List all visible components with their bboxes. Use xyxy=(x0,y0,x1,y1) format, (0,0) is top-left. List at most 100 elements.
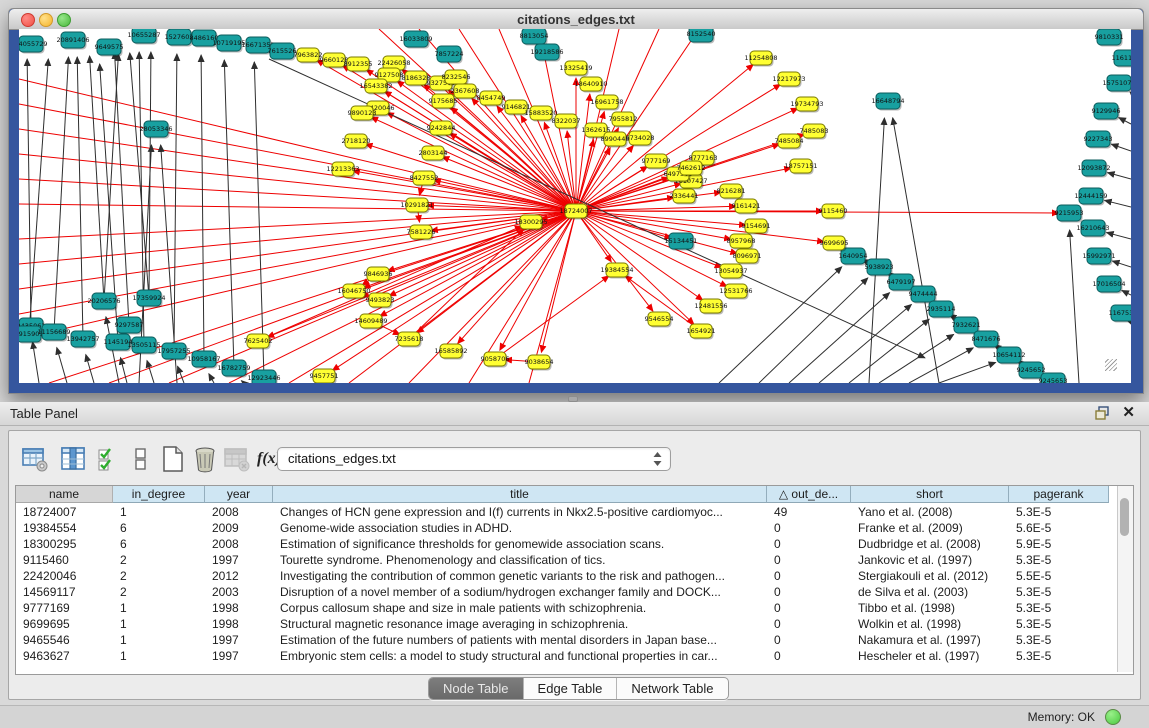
cell-title[interactable]: Estimation of significance thresholds fo… xyxy=(273,536,767,552)
graph-node-yellow[interactable]: 2336441 xyxy=(670,189,699,205)
table-row[interactable]: 2242004622012Investigating the contribut… xyxy=(16,568,1109,584)
column-header-title[interactable]: title xyxy=(273,486,767,503)
graph-node-teal[interactable]: 17957255 xyxy=(157,343,190,361)
citation-edge[interactable] xyxy=(1111,144,1131,151)
memory-status-icon[interactable] xyxy=(1105,709,1121,725)
cell-out_de[interactable]: 0 xyxy=(767,584,851,600)
citation-edge-red[interactable] xyxy=(495,276,609,359)
cell-pagerank[interactable]: 5.9E-5 xyxy=(1009,536,1109,552)
cell-in_degree[interactable]: 6 xyxy=(113,536,205,552)
graph-node-yellow[interactable]: 7581226 xyxy=(407,225,436,241)
cell-out_de[interactable]: 0 xyxy=(767,520,851,536)
graph-node-teal[interactable]: 17359924 xyxy=(132,290,165,308)
graph-node-teal[interactable]: 9245653 xyxy=(1039,373,1068,383)
graph-node-yellow[interactable]: 7462612 xyxy=(677,161,706,177)
cell-name[interactable]: 22420046 xyxy=(16,568,113,584)
cell-in_degree[interactable]: 1 xyxy=(113,632,205,648)
graph-node-teal[interactable]: 15134451 xyxy=(664,233,697,251)
row-height-button[interactable] xyxy=(127,445,155,473)
graph-node-teal[interactable]: 13942757 xyxy=(66,331,99,349)
column-header-name[interactable]: name xyxy=(16,486,113,503)
graph-node-yellow[interactable]: 7963822 xyxy=(294,48,323,64)
citation-edge[interactable] xyxy=(1105,200,1131,207)
graph-node-yellow[interactable]: 9493823 xyxy=(366,293,395,309)
cell-title[interactable]: Corpus callosum shape and size in male p… xyxy=(273,600,767,616)
graph-node-yellow[interactable]: 8216281 xyxy=(717,184,746,200)
graph-node-yellow[interactable]: 11254808 xyxy=(744,51,777,67)
column-header-pagerank[interactable]: pagerank xyxy=(1009,486,1109,503)
graph-node-teal[interactable]: 8813054 xyxy=(520,29,549,46)
cell-in_degree[interactable]: 1 xyxy=(113,504,205,520)
graph-node-yellow[interactable]: 16585892 xyxy=(434,344,467,360)
cell-pagerank[interactable]: 5.3E-5 xyxy=(1009,584,1109,600)
cell-title[interactable]: Tourette syndrome. Phenomenology and cla… xyxy=(273,552,767,568)
graph-node-yellow[interactable]: 9846936 xyxy=(364,267,393,283)
graph-node-yellow[interactable]: 9890123 xyxy=(348,106,377,122)
graph-node-teal[interactable]: 24055729 xyxy=(19,36,48,54)
cell-name[interactable]: 9465546 xyxy=(16,632,113,648)
cell-year[interactable]: 1997 xyxy=(205,552,273,568)
cell-short[interactable]: Stergiakouli et al. (2012) xyxy=(851,568,1009,584)
graph-node-teal[interactable]: 16210643 xyxy=(1076,220,1109,238)
cell-year[interactable]: 2008 xyxy=(205,536,273,552)
cell-out_de[interactable]: 0 xyxy=(767,568,851,584)
graph-node-yellow[interactable]: 9699695 xyxy=(820,236,849,252)
select-columns-button[interactable] xyxy=(95,445,123,473)
citation-edge[interactable] xyxy=(54,57,68,332)
graph-node-yellow[interactable]: 8957968 xyxy=(727,234,756,250)
cell-out_de[interactable]: 0 xyxy=(767,600,851,616)
citation-edge[interactable] xyxy=(33,342,39,383)
cell-short[interactable]: Yano et al. (2008) xyxy=(851,504,1009,520)
graph-node-yellow[interactable]: 8427552 xyxy=(410,171,439,187)
graph-node-yellow[interactable]: 8912355 xyxy=(344,57,373,73)
citation-edge[interactable] xyxy=(201,55,204,359)
cell-short[interactable]: de Silva et al. (2003) xyxy=(851,584,1009,600)
graph-node-teal[interactable]: 20206576 xyxy=(87,293,120,311)
graph-node-teal[interactable]: 13505115 xyxy=(127,337,160,355)
table-row[interactable]: 977716911998Corpus callosum shape and si… xyxy=(16,600,1109,616)
graph-node-yellow[interactable]: 7625402 xyxy=(244,334,273,350)
cell-pagerank[interactable]: 5.6E-5 xyxy=(1009,520,1109,536)
cell-out_de[interactable]: 0 xyxy=(767,616,851,632)
cell-name[interactable]: 18724007 xyxy=(16,504,113,520)
citation-edge[interactable] xyxy=(1107,233,1131,239)
cell-pagerank[interactable]: 5.3E-5 xyxy=(1009,648,1109,664)
show-column-button[interactable] xyxy=(59,445,87,473)
cell-year[interactable]: 1997 xyxy=(205,648,273,664)
graph-node-teal[interactable]: 1167533 xyxy=(1109,305,1131,323)
table-selector-dropdown[interactable]: citations_edges.txt xyxy=(277,447,671,471)
cell-short[interactable]: Tibbo et al. (1998) xyxy=(851,600,1009,616)
cell-out_de[interactable]: 49 xyxy=(767,504,851,520)
graph-node-teal[interactable]: 2935114 xyxy=(927,301,956,319)
graph-node-teal[interactable]: 10958167 xyxy=(187,351,220,369)
cell-short[interactable]: Franke et al. (2009) xyxy=(851,520,1009,536)
graph-node-yellow[interactable]: 8232546 xyxy=(442,70,471,86)
new-document-button[interactable] xyxy=(159,445,187,473)
graph-node-yellow[interactable]: 9161421 xyxy=(732,199,761,215)
graph-node-yellow[interactable]: 13054937 xyxy=(714,264,747,280)
graph-node-teal[interactable]: 15992971 xyxy=(1082,248,1115,266)
cell-title[interactable]: Disruption of a novel member of a sodium… xyxy=(273,584,767,600)
citation-edge[interactable] xyxy=(29,59,48,334)
cell-year[interactable]: 2003 xyxy=(205,584,273,600)
graph-node-yellow[interactable]: 9242844 xyxy=(427,121,456,137)
citation-edge[interactable] xyxy=(1108,173,1131,179)
graph-node-teal[interactable]: 7857224 xyxy=(435,46,464,64)
cell-title[interactable]: Embryonic stem cells: a model to study s… xyxy=(273,648,767,664)
graph-node-teal[interactable]: 7615526 xyxy=(268,43,297,61)
cell-year[interactable]: 2012 xyxy=(205,568,273,584)
cell-out_de[interactable]: 0 xyxy=(767,648,851,664)
cell-name[interactable]: 19384554 xyxy=(16,520,113,536)
table-row[interactable]: 911546021997Tourette syndrome. Phenomeno… xyxy=(16,552,1109,568)
citation-edge[interactable] xyxy=(224,60,234,368)
graph-node-teal[interactable]: 9649575 xyxy=(95,39,124,57)
citation-edge-red[interactable] xyxy=(576,211,727,287)
graph-node-yellow[interactable]: 9457751 xyxy=(310,369,339,383)
cell-title[interactable]: Structural magnetic resonance image aver… xyxy=(273,616,767,632)
graph-node-teal[interactable]: 9227343 xyxy=(1084,131,1113,149)
graph-node-teal[interactable]: 12923446 xyxy=(247,370,280,383)
close-panel-icon[interactable]: ✕ xyxy=(1122,405,1135,421)
graph-node-teal[interactable]: 9810331 xyxy=(1095,29,1124,47)
graph-node-yellow[interactable]: 9175685 xyxy=(429,94,458,110)
cell-in_degree[interactable]: 2 xyxy=(113,584,205,600)
